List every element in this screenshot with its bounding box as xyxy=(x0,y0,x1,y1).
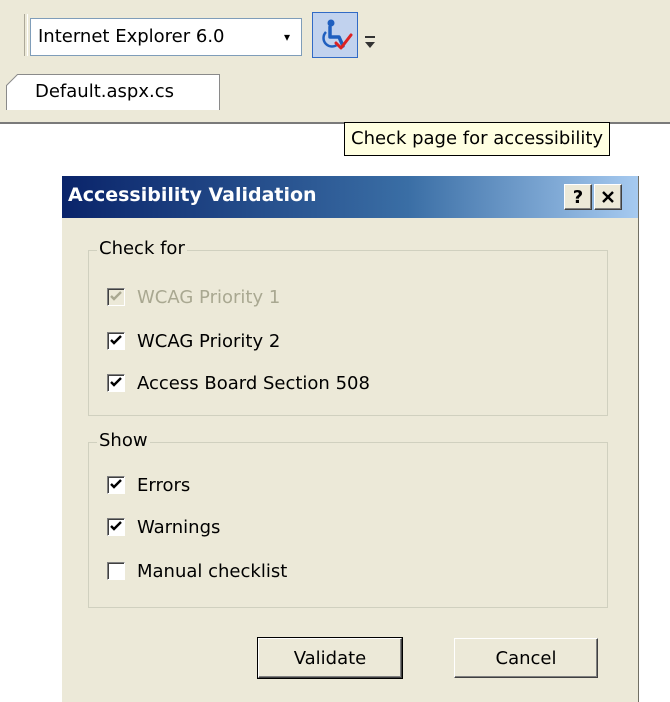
dialog-title: Accessibility Validation xyxy=(68,184,317,206)
tooltip: Check page for accessibility xyxy=(344,122,611,156)
target-browser-value: Internet Explorer 6.0 xyxy=(38,26,225,47)
toolbar-grip[interactable] xyxy=(24,14,28,56)
check-mark-icon xyxy=(110,377,122,387)
option-wcag-priority-2[interactable]: WCAG Priority 2 xyxy=(107,329,280,353)
option-errors[interactable]: Errors xyxy=(107,473,190,497)
accessibility-check-icon xyxy=(322,19,353,50)
option-section-508[interactable]: Access Board Section 508 xyxy=(107,371,370,395)
option-warnings[interactable]: Warnings xyxy=(107,515,220,539)
check-accessibility-button[interactable] xyxy=(312,12,358,58)
tab-label: Default.aspx.cs xyxy=(35,81,174,102)
errors-checkbox[interactable] xyxy=(107,476,125,494)
check-for-group: Check for WCAG Priority 1 WCAG Priority … xyxy=(88,238,608,416)
dialog-titlebar[interactable]: Accessibility Validation ? xyxy=(62,176,638,218)
check-mark-icon xyxy=(110,291,122,301)
wcag-priority-2-checkbox[interactable] xyxy=(107,332,125,350)
manual-checklist-label[interactable]: Manual checklist xyxy=(137,561,287,582)
check-for-legend: Check for xyxy=(97,238,187,259)
help-button[interactable]: ? xyxy=(564,184,592,210)
cancel-button[interactable]: Cancel xyxy=(454,638,598,678)
close-button[interactable] xyxy=(594,184,622,210)
close-icon xyxy=(602,191,614,203)
wcag-priority-1-label: WCAG Priority 1 xyxy=(137,286,281,308)
option-wcag-priority-1: WCAG Priority 1 xyxy=(107,285,280,309)
section-508-label[interactable]: Access Board Section 508 xyxy=(137,373,370,394)
document-tab-strip: Default.aspx.cs xyxy=(0,64,670,124)
wcag-priority-2-label[interactable]: WCAG Priority 2 xyxy=(137,331,280,352)
warnings-checkbox[interactable] xyxy=(107,518,125,536)
manual-checklist-checkbox[interactable] xyxy=(107,562,125,580)
accessibility-validation-dialog: Accessibility Validation ? Check for WCA… xyxy=(62,176,639,702)
toolbar-overflow-chevron-icon[interactable] xyxy=(362,30,378,54)
show-group: Show Errors Warnings Manual checklist xyxy=(88,430,608,608)
wcag-priority-1-checkbox xyxy=(107,288,125,306)
errors-label[interactable]: Errors xyxy=(137,475,190,496)
section-508-checkbox[interactable] xyxy=(107,374,125,392)
option-manual-checklist[interactable]: Manual checklist xyxy=(107,559,287,583)
show-legend: Show xyxy=(97,430,150,451)
tab-corner xyxy=(6,74,19,87)
target-browser-select[interactable]: Internet Explorer 6.0 ▾ xyxy=(30,18,302,56)
check-mark-icon xyxy=(110,335,122,345)
chevron-down-icon[interactable]: ▾ xyxy=(273,19,301,55)
warnings-label[interactable]: Warnings xyxy=(137,517,220,538)
validate-button[interactable]: Validate xyxy=(257,637,403,679)
check-mark-icon xyxy=(110,479,122,489)
tab-default-aspx-cs[interactable]: Default.aspx.cs xyxy=(6,74,220,110)
check-mark-icon xyxy=(110,521,122,531)
toolbar: Internet Explorer 6.0 ▾ xyxy=(0,0,670,64)
